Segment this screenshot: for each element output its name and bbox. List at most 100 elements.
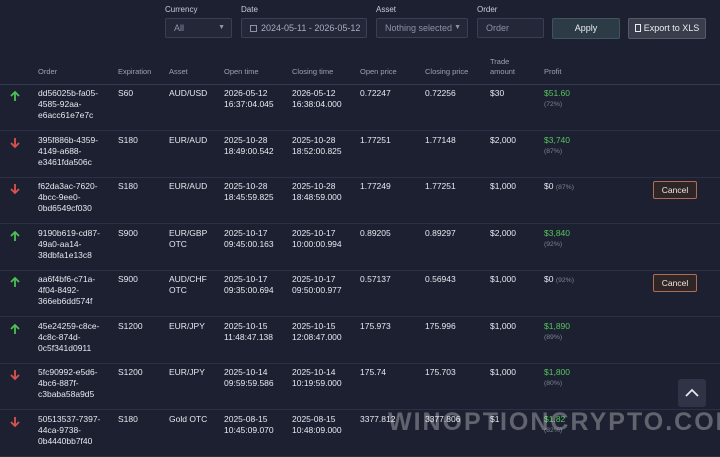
asset-name: EUR/JPY: [169, 367, 205, 378]
col-closing-price: Closing price: [425, 67, 469, 76]
asset-line: OTC: [169, 238, 187, 249]
profit-value: $1,800: [544, 367, 570, 377]
closing-time: 2025-10-28 18:52:00.825: [292, 135, 342, 157]
order-input[interactable]: Order: [477, 18, 544, 38]
currency-value: All: [174, 23, 185, 33]
apply-button[interactable]: Apply: [552, 18, 620, 39]
col-open-time: Open time: [224, 67, 259, 76]
order-id-line: dd56025b-fa05-: [38, 88, 99, 98]
closing-price: 175.703: [425, 367, 456, 377]
profit-percent: (92%): [555, 277, 574, 284]
date-range-input[interactable]: 2024-05-11 - 2026-05-12: [241, 18, 367, 38]
trade-amount: $1,000: [490, 181, 516, 191]
currency-label: Currency: [165, 5, 198, 14]
expiration: S1200: [118, 367, 143, 377]
order-id-line: 44ca-9738-: [38, 424, 82, 435]
col-closing-time: Closing time: [292, 67, 334, 76]
order-id: f62da3ac-7620- 4bcc-9ee0- 0bd6549cf030: [38, 181, 98, 214]
closing-time-line: 2025-10-14: [292, 367, 336, 377]
asset-select[interactable]: Nothing selected ▼: [376, 18, 468, 38]
col-trade-amount: Trade amount: [490, 57, 515, 77]
order-id-line: 0bd6549cf030: [38, 203, 92, 213]
order-id-line: e6acc61e7e7c: [38, 110, 94, 120]
open-time-line: 18:45:59.825: [224, 192, 274, 202]
arrow-down-icon: [9, 183, 21, 195]
open-time-line: 2025-10-17: [224, 227, 268, 238]
table-row: aa6f4bf6-c71a- 4f04-8492- 366eb6dd574f S900…: [0, 270, 720, 317]
profit-value: $0: [544, 181, 554, 191]
order-id-line: 5fc90992-e5d6-: [38, 367, 98, 377]
order-id-line: 395f886b-4359-: [38, 134, 99, 145]
order-id-line: 0c5f341d0911: [38, 342, 92, 353]
order-id-line: aa6f4bf6-c71a-: [38, 274, 96, 284]
profit-percent: (92%): [544, 240, 563, 248]
order-id-line: f62da3ac-7620-: [38, 181, 98, 191]
profit: $51.60 (72%): [544, 88, 570, 110]
closing-time-line: 10:00:00.994: [292, 238, 342, 249]
asset-value: Nothing selected: [385, 23, 453, 33]
col-open-price: Open price: [360, 67, 397, 76]
open-price: 0.72247: [360, 88, 391, 98]
open-time-line: 2026-05-12: [224, 88, 268, 98]
order-id-line: 9190b619-cd87-: [38, 227, 100, 238]
order-placeholder: Order: [486, 23, 510, 33]
currency-select[interactable]: All ▼: [165, 18, 232, 38]
asset-name: EUR/JPY: [169, 321, 205, 332]
profit-percent: (80%): [544, 380, 563, 387]
cancel-button[interactable]: Cancel: [653, 274, 697, 292]
asset-line: EUR/GBP: [169, 227, 208, 238]
order-id-line: 45e24259-c8ce-: [38, 320, 100, 331]
order-id-line: 4f04-8492-: [38, 285, 80, 295]
profit-value: $1.82: [544, 413, 566, 424]
arrow-up-icon: [9, 230, 21, 242]
asset-line: Gold OTC: [169, 413, 208, 424]
open-time-line: 09:59:59.586: [224, 378, 274, 388]
closing-time-line: 12:08:47.000: [292, 331, 342, 342]
arrow-up-icon: [9, 276, 21, 288]
open-price: 175.973: [360, 320, 391, 331]
closing-time-line: 09:50:00.977: [292, 285, 342, 295]
caret-down-icon: ▼: [218, 24, 225, 31]
order-id: aa6f4bf6-c71a- 4f04-8492- 366eb6dd574f: [38, 274, 95, 307]
cancel-button[interactable]: Cancel: [653, 181, 697, 199]
open-price: 175.74: [360, 367, 386, 377]
closing-price: 1.77251: [425, 181, 456, 191]
closing-time-line: 2025-10-28: [292, 134, 336, 145]
open-time: 2025-10-28 18:49:00.542: [224, 135, 274, 157]
trade-amount: $2,000: [490, 227, 516, 238]
open-price: 0.57137: [360, 274, 391, 284]
export-xls-button[interactable]: Export to XLS: [628, 18, 706, 39]
profit-value: $1,890: [544, 320, 570, 331]
open-price: 1.77249: [360, 181, 391, 191]
order-id-line: c3baba58a9d5: [38, 389, 95, 399]
order-id-line: 4bcc-9ee0-: [38, 192, 81, 202]
trade-amount: $30: [490, 88, 505, 98]
open-time-line: 2025-10-15: [224, 320, 268, 331]
closing-time: 2025-08-15 10:48:09.000: [292, 414, 342, 436]
order-id-line: 0b4440bb7f40: [38, 435, 93, 446]
closing-price: 3377.806: [425, 413, 461, 424]
order-id: 45e24259-c8ce- 4c8c-874d- 0c5f341d0911: [38, 321, 99, 354]
profit-value: $0: [544, 274, 554, 284]
closing-time-line: 2026-05-12: [292, 88, 336, 98]
trade-amount: $1,000: [490, 320, 516, 331]
arrow-up-icon: [9, 90, 21, 102]
profit-percent: (87%): [544, 147, 563, 155]
scroll-to-top-button[interactable]: [678, 379, 706, 407]
closing-time-line: 18:48:59.000: [292, 192, 342, 202]
profit-value: $3,740: [544, 134, 570, 145]
open-time-line: 18:49:00.542: [224, 145, 274, 156]
trade-amount: $1: [490, 413, 500, 424]
profit: $0 (92%): [544, 274, 574, 286]
closing-time: 2025-10-17 09:50:00.977: [292, 274, 342, 296]
trade-amount: $1,000: [490, 274, 516, 284]
closing-time-line: 18:52:00.825: [292, 145, 342, 156]
open-time-line: 11:48:47.138: [224, 331, 273, 342]
calendar-icon: [250, 25, 257, 32]
table-row: 395f886b-4359- 4149-a688- e3461fda506c S180…: [0, 131, 720, 178]
table-header: Order Expiration Asset Open time Closing…: [0, 52, 720, 85]
closing-time-line: 16:38:04.000: [292, 99, 342, 109]
asset-line: EUR/JPY: [169, 367, 205, 377]
asset-line: OTC: [169, 285, 187, 295]
trade-amount: $1,000: [490, 367, 516, 377]
